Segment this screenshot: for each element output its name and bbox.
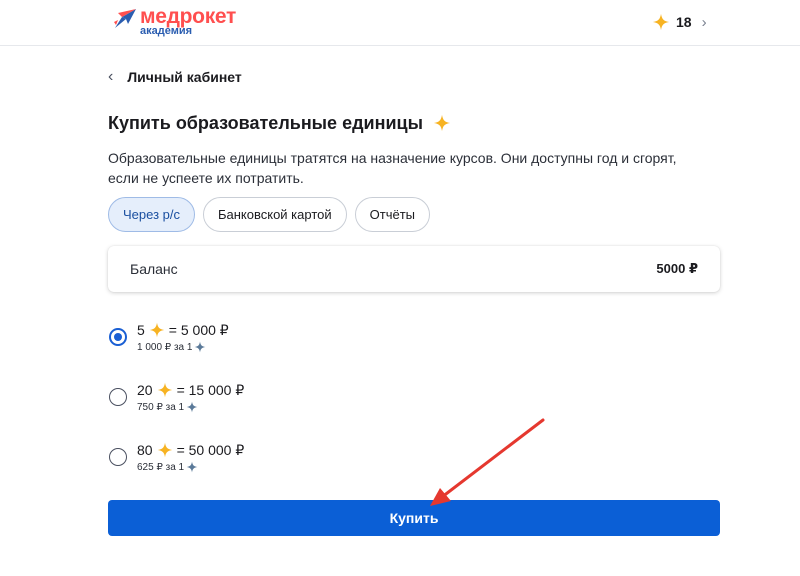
- radio-button[interactable]: [109, 448, 127, 466]
- page-description: Образовательные единицы тратятся на назн…: [108, 150, 677, 186]
- brand-logo[interactable]: медрокет академия: [112, 5, 252, 39]
- sparkle-star-icon: [149, 322, 164, 338]
- tab-reports[interactable]: Отчёты: [354, 197, 431, 232]
- page-title: Купить образовательные единицы: [108, 112, 423, 133]
- balance-card: Баланс 5000 ₽: [108, 246, 720, 292]
- option-unit-line: 625 ₽ за 1: [137, 460, 198, 474]
- small-sparkle-icon: [195, 341, 206, 353]
- option-main-line: 5 = 5 000 ₽: [137, 321, 229, 339]
- option-unit-line: 1 000 ₽ за 1: [137, 340, 206, 354]
- top-header: медрокет академия 18 ›: [0, 0, 800, 46]
- option-price: = 50 000 ₽: [176, 441, 245, 458]
- option-main-line: 80 = 50 000 ₽: [137, 441, 244, 459]
- radio-button[interactable]: [109, 388, 127, 406]
- option-unit-line: 750 ₽ за 1: [137, 400, 198, 414]
- chevron-left-icon: ‹: [108, 68, 114, 85]
- rocket-logo-icon: [114, 9, 136, 28]
- small-sparkle-icon: [186, 401, 198, 413]
- option-main-line: 20 = 15 000 ₽: [137, 381, 244, 399]
- option-unit-price: 1 000 ₽ за 1: [137, 341, 193, 353]
- tab-bank-card[interactable]: Банковской картой: [202, 197, 347, 232]
- back-link[interactable]: ‹ Личный кабинет: [108, 66, 242, 88]
- header-balance-count: 18: [676, 14, 692, 30]
- small-sparkle-icon: [186, 461, 198, 473]
- sparkle-star-icon: [652, 13, 670, 31]
- tab-bank-transfer[interactable]: Через р/с: [108, 197, 195, 232]
- package-option-80[interactable]: 80 = 50 000 ₽ 625 ₽ за 1: [108, 441, 408, 481]
- payment-tabs: Через р/с Банковской картой Отчёты: [108, 197, 431, 232]
- option-price: = 5 000 ₽: [168, 321, 229, 338]
- option-qty: 80: [137, 442, 153, 458]
- package-option-5[interactable]: 5 = 5 000 ₽ 1 000 ₽ за 1: [108, 321, 408, 361]
- sparkle-star-icon: [157, 382, 172, 398]
- option-qty: 5: [137, 322, 145, 338]
- package-option-20[interactable]: 20 = 15 000 ₽ 750 ₽ за 1: [108, 381, 408, 421]
- buy-button[interactable]: Купить: [108, 500, 720, 536]
- radio-button[interactable]: [109, 328, 127, 346]
- chevron-right-icon: ›: [701, 13, 707, 31]
- logo-text-sub: академия: [140, 25, 193, 37]
- option-unit-price: 750 ₽ за 1: [137, 401, 185, 413]
- sparkle-star-icon: [433, 114, 451, 132]
- back-link-label: Личный кабинет: [127, 69, 242, 85]
- header-balance-link[interactable]: 18 ›: [652, 10, 714, 34]
- logo-text-main: медрокет: [140, 5, 236, 28]
- sparkle-star-icon: [157, 442, 172, 458]
- option-price: = 15 000 ₽: [176, 381, 245, 398]
- balance-label: Баланс: [130, 261, 178, 277]
- option-qty: 20: [137, 382, 153, 398]
- balance-value: 5000 ₽: [656, 261, 698, 276]
- option-unit-price: 625 ₽ за 1: [137, 461, 185, 473]
- page-title-row: Купить образовательные единицы: [108, 110, 451, 136]
